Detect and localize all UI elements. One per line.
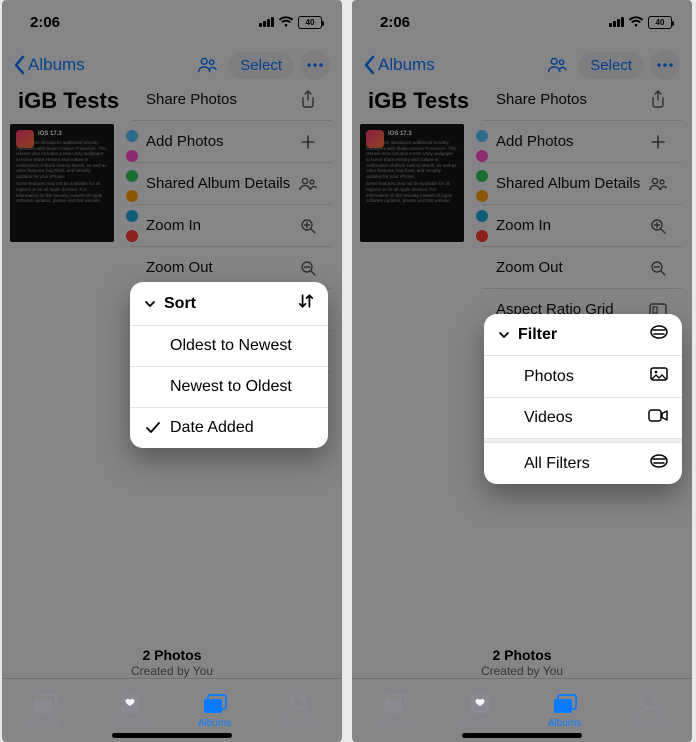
menu-add-photos[interactable]: Add Photos bbox=[132, 121, 332, 163]
home-indicator bbox=[462, 733, 582, 738]
phone-right: 2:06 40 Albums Select iGB Tests iOS 17.3… bbox=[352, 0, 692, 742]
more-button[interactable] bbox=[650, 50, 680, 80]
albums-icon bbox=[202, 693, 228, 715]
more-button[interactable] bbox=[300, 50, 330, 80]
chevron-down-icon bbox=[144, 298, 156, 310]
phone-left: 2:06 40 Albums Select iGB Tests iOS 17.3 bbox=[2, 0, 342, 742]
select-button[interactable]: Select bbox=[228, 52, 294, 79]
people-icon bbox=[298, 177, 318, 191]
library-icon bbox=[382, 693, 408, 715]
zoom-out-icon bbox=[298, 260, 318, 276]
search-icon bbox=[639, 693, 661, 715]
select-button[interactable]: Select bbox=[578, 52, 644, 79]
menu-share-photos[interactable]: Share Photos bbox=[482, 78, 682, 121]
menu-add-photos[interactable]: Add Photos bbox=[482, 121, 682, 163]
library-icon bbox=[32, 693, 58, 715]
sort-date-added[interactable]: Date Added bbox=[130, 408, 328, 448]
ellipsis-icon bbox=[656, 63, 674, 67]
tab-search[interactable]: Search bbox=[257, 679, 342, 742]
chevron-down-icon bbox=[498, 329, 510, 341]
share-icon bbox=[648, 90, 668, 108]
filter-all-filters[interactable]: All Filters bbox=[484, 443, 682, 484]
tab-library[interactable]: Library bbox=[2, 679, 87, 742]
filter-photos[interactable]: Photos bbox=[484, 356, 682, 398]
sort-newest-to-oldest[interactable]: Newest to Oldest bbox=[130, 367, 328, 408]
home-indicator bbox=[112, 733, 232, 738]
menu-zoom-in[interactable]: Zoom In bbox=[132, 205, 332, 247]
menu-zoom-in[interactable]: Zoom In bbox=[482, 205, 682, 247]
cellular-icon bbox=[609, 17, 624, 27]
thumbnail-app-icon bbox=[16, 130, 34, 148]
menu-shared-details[interactable]: Shared Album Details bbox=[132, 163, 332, 205]
for-you-icon bbox=[119, 693, 141, 715]
shared-library-icon[interactable] bbox=[192, 50, 222, 80]
created-by-label: Created by You bbox=[352, 664, 692, 678]
filter-popover: Filter Photos Videos All Filters bbox=[484, 314, 682, 484]
photo-thumbnail[interactable]: iOS 17.3 This update introduces addition… bbox=[360, 124, 464, 242]
sort-popover: Sort Oldest to Newest Newest to Oldest D… bbox=[130, 282, 328, 448]
cellular-icon bbox=[259, 17, 274, 27]
photo-count: 2 Photos bbox=[352, 647, 692, 663]
status-bar: 2:06 40 bbox=[352, 0, 692, 44]
footer-info: 2 Photos Created by You bbox=[2, 647, 342, 678]
shared-library-icon[interactable] bbox=[542, 50, 572, 80]
back-button[interactable]: Albums bbox=[14, 55, 85, 75]
tab-library[interactable]: Library bbox=[352, 679, 437, 742]
ellipsis-icon bbox=[306, 63, 324, 67]
status-time: 2:06 bbox=[380, 14, 410, 31]
footer-info: 2 Photos Created by You bbox=[352, 647, 692, 678]
albums-icon bbox=[552, 693, 578, 715]
photo-thumbnail[interactable]: iOS 17.3 This update introduces addition… bbox=[10, 124, 114, 242]
back-label: Albums bbox=[378, 55, 435, 75]
created-by-label: Created by You bbox=[2, 664, 342, 678]
thumbnail-title: iOS 17.3 bbox=[388, 131, 412, 139]
photo-grid: iOS 17.3 This update introduces addition… bbox=[8, 124, 120, 242]
back-label: Albums bbox=[28, 55, 85, 75]
sort-oldest-to-newest[interactable]: Oldest to Newest bbox=[130, 326, 328, 367]
menu-shared-details[interactable]: Shared Album Details bbox=[482, 163, 682, 205]
filter-videos[interactable]: Videos bbox=[484, 398, 682, 439]
plus-icon bbox=[648, 134, 668, 150]
checkmark-icon bbox=[144, 422, 162, 434]
status-time: 2:06 bbox=[30, 14, 60, 31]
filter-icon bbox=[650, 325, 668, 344]
menu-zoom-out[interactable]: Zoom Out bbox=[482, 247, 682, 289]
status-bar: 2:06 40 bbox=[2, 0, 342, 44]
search-icon bbox=[289, 693, 311, 715]
chevron-left-icon bbox=[364, 55, 376, 75]
battery-icon: 40 bbox=[298, 16, 322, 29]
thumbnail-title: iOS 17.3 bbox=[38, 131, 62, 139]
wifi-icon bbox=[628, 16, 644, 28]
filter-header[interactable]: Filter bbox=[484, 314, 682, 356]
plus-icon bbox=[298, 134, 318, 150]
back-button[interactable]: Albums bbox=[364, 55, 435, 75]
battery-icon: 40 bbox=[648, 16, 672, 29]
thumbnail-app-icon bbox=[366, 130, 384, 148]
sort-icon bbox=[298, 293, 314, 314]
photo-count: 2 Photos bbox=[2, 647, 342, 663]
filter-icon bbox=[650, 454, 668, 473]
photo-icon bbox=[650, 367, 668, 386]
video-icon bbox=[648, 409, 668, 427]
zoom-out-icon bbox=[648, 260, 668, 276]
status-right: 40 bbox=[609, 16, 672, 29]
menu-share-photos[interactable]: Share Photos bbox=[132, 78, 332, 121]
tab-search[interactable]: Search bbox=[607, 679, 692, 742]
status-right: 40 bbox=[259, 16, 322, 29]
zoom-in-icon bbox=[298, 218, 318, 234]
zoom-in-icon bbox=[648, 218, 668, 234]
wifi-icon bbox=[278, 16, 294, 28]
for-you-icon bbox=[469, 693, 491, 715]
chevron-left-icon bbox=[14, 55, 26, 75]
sort-header[interactable]: Sort bbox=[130, 282, 328, 326]
share-icon bbox=[298, 90, 318, 108]
photo-grid: iOS 17.3 This update introduces addition… bbox=[358, 124, 470, 242]
people-icon bbox=[648, 177, 668, 191]
